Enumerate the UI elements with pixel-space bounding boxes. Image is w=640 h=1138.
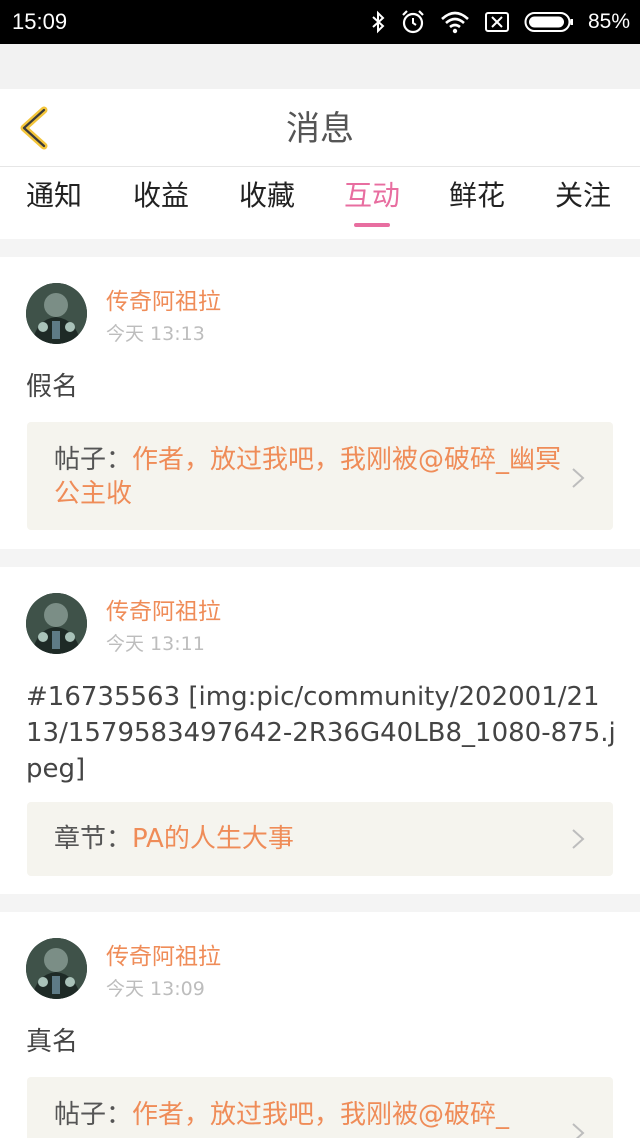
reference-title: 帖子：作者，放过我吧，我刚被@破碎_ [54, 1098, 564, 1132]
reference-type: 章节： [54, 824, 133, 854]
reference-title: 帖子：作者，放过我吧，我刚被@破碎_幽冥公主收 [54, 443, 564, 511]
timestamp: 今天 13:13 [106, 323, 205, 345]
chevron-right-icon [572, 468, 585, 488]
no-sim-icon [484, 12, 509, 32]
header: 消息 [0, 89, 640, 167]
message-card: 传奇阿祖拉 今天 13:13 假名 帖子：作者，放过我吧，我刚被@破碎_幽冥公主… [0, 257, 640, 549]
message-card: 传奇阿祖拉 今天 13:11 #16735563 [img:pic/commun… [0, 567, 640, 894]
reference-title-text: PA的人生大事 [132, 824, 294, 854]
timestamp: 今天 13:11 [106, 633, 205, 655]
tab-interactions[interactable]: 互动 [344, 179, 400, 213]
username[interactable]: 传奇阿祖拉 [106, 598, 221, 626]
active-tab-indicator [354, 223, 390, 227]
reference-title: 章节：PA的人生大事 [54, 822, 564, 856]
avatar[interactable] [26, 283, 87, 344]
reference-link[interactable]: 帖子：作者，放过我吧，我刚被@破碎_ [27, 1077, 613, 1138]
reference-type: 帖子： [54, 445, 133, 475]
chevron-right-icon [572, 829, 585, 849]
tab-flowers[interactable]: 鲜花 [449, 179, 505, 213]
username[interactable]: 传奇阿祖拉 [106, 288, 221, 316]
tab-bar: 通知 收益 收藏 互动 鲜花 关注 [0, 167, 640, 239]
reference-link[interactable]: 帖子：作者，放过我吧，我刚被@破碎_幽冥公主收 [27, 422, 613, 530]
page-title: 消息 [286, 109, 354, 149]
reference-title-text: 作者，放过我吧，我刚被@破碎_ [132, 1100, 510, 1130]
avatar[interactable] [26, 593, 87, 654]
message-text: 真名 [26, 1027, 79, 1057]
timestamp: 今天 13:09 [106, 978, 205, 1000]
tab-notifications[interactable]: 通知 [26, 179, 82, 213]
toolbar-spacer [0, 44, 640, 89]
reference-type: 帖子： [54, 1100, 133, 1130]
avatar[interactable] [26, 938, 87, 999]
status-bar: 15:09 85% [0, 0, 640, 44]
status-icons: 85% [370, 8, 630, 36]
battery-percent: 85% [587, 10, 630, 33]
username[interactable]: 传奇阿祖拉 [106, 943, 221, 971]
tab-earnings[interactable]: 收益 [133, 179, 189, 213]
message-text: 假名 [26, 372, 79, 402]
message-card: 传奇阿祖拉 今天 13:09 真名 帖子：作者，放过我吧，我刚被@破碎_ [0, 912, 640, 1138]
message-text: #16735563 [img:pic/community/202001/2113… [26, 682, 616, 784]
reference-link[interactable]: 章节：PA的人生大事 [27, 802, 613, 876]
alarm-icon [402, 10, 424, 34]
status-time: 15:09 [12, 9, 68, 34]
bluetooth-icon [372, 10, 385, 34]
battery-icon [524, 12, 573, 32]
tab-following[interactable]: 关注 [555, 179, 611, 213]
chevron-right-icon [572, 1123, 585, 1138]
wifi-icon [441, 11, 469, 34]
tab-favorites[interactable]: 收藏 [239, 179, 295, 213]
